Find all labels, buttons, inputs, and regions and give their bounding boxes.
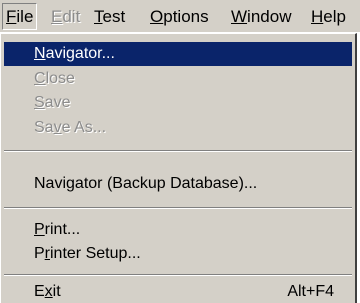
menu-item-save-as[interactable]: Save As... xyxy=(4,116,352,140)
menu-edit[interactable]: Edit xyxy=(48,3,83,30)
menu-separator xyxy=(4,207,352,209)
menu-test[interactable]: Test xyxy=(91,3,128,30)
menu-separator xyxy=(4,274,352,276)
menu-window[interactable]: Window xyxy=(228,3,294,30)
menu-item-exit[interactable]: Exit Alt+F4 xyxy=(4,280,352,303)
menu-options[interactable]: Options xyxy=(147,3,212,30)
menu-item-close[interactable]: Close xyxy=(4,67,352,91)
menu-file[interactable]: File xyxy=(2,3,38,30)
menu-item-save[interactable]: Save xyxy=(4,91,352,115)
exit-shortcut-label: Alt+F4 xyxy=(287,283,334,300)
menu-item-printer-setup[interactable]: Printer Setup... xyxy=(4,242,352,266)
menu-help[interactable]: Help xyxy=(308,3,349,30)
application-window: File Edit Test Options Window Help Navig… xyxy=(0,0,360,303)
menu-separator xyxy=(4,150,352,152)
menu-item-print[interactable]: Print... xyxy=(4,218,352,242)
menu-item-navigator-backup[interactable]: Navigator (Backup Database)... xyxy=(4,172,352,196)
menu-item-navigator[interactable]: Navigator... xyxy=(4,42,352,66)
file-menu-dropdown: Navigator... Close Save Save As... Navig… xyxy=(0,33,357,303)
menu-bar: File Edit Test Options Window Help xyxy=(0,0,360,33)
